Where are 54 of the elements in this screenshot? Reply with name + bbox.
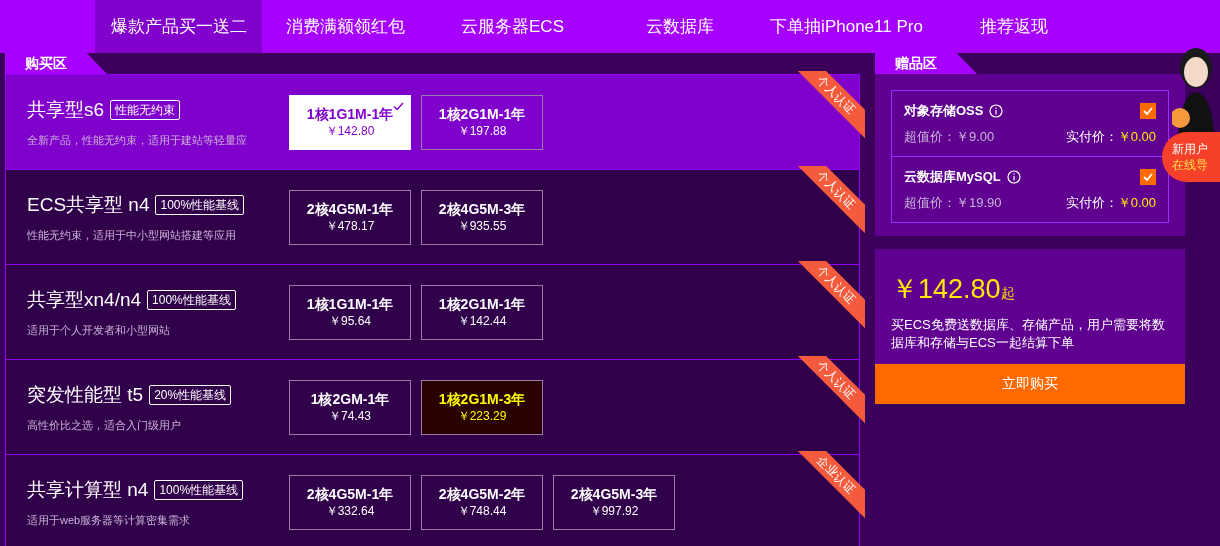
check-icon <box>1143 106 1153 115</box>
nav-tab[interactable]: 下单抽iPhone11 Pro <box>763 0 930 53</box>
nav-tab[interactable]: 推荐返现 <box>930 0 1097 53</box>
pay-label: 实付价： <box>1065 127 1118 146</box>
product-description: 全新产品，性能无约束，适用于建站等轻量应 <box>27 133 248 148</box>
original-price: 超值价：￥9.00 <box>904 127 995 146</box>
nav-tab[interactable]: 云服务器ECS <box>429 0 596 53</box>
original-price: 超值价：￥19.90 <box>904 193 1002 212</box>
gift-checkbox[interactable] <box>1140 168 1156 185</box>
product-description: 性能无约束，适用于中小型网站搭建等应用 <box>27 228 237 243</box>
gift-name: 云数据库MySQL <box>904 168 1001 186</box>
product-tag: 100%性能基线 <box>154 479 244 500</box>
product-description: 高性价比之选，适合入门级用户 <box>27 418 182 433</box>
nav-tab[interactable]: 云数据库 <box>596 0 763 53</box>
product-name: 共享型s6 <box>27 97 105 122</box>
product-name: ECS共享型 n4 <box>27 192 150 217</box>
plan-option[interactable]: 1核2G1M-1年 ￥197.88 <box>421 94 543 150</box>
price-suffix: 起 <box>1000 285 1015 303</box>
product-description: 适用于web服务器等计算密集需求 <box>27 513 192 528</box>
bubble-text: 新用户 <box>1172 141 1209 157</box>
plan-option[interactable]: 2核4G5M-3年 ￥997.92 <box>553 474 675 530</box>
online-help-bubble[interactable]: 新用户 在线导 <box>1162 132 1220 182</box>
check-icon <box>393 101 404 111</box>
product-name: 突发性能型 t5 <box>27 382 144 407</box>
product-description: 适用于个人开发者和小型网站 <box>27 323 171 338</box>
product-name: 共享型xn4/n4 <box>27 287 142 312</box>
product-name: 共享计算型 n4 <box>27 477 149 502</box>
plan-option[interactable]: 2核4G5M-1年 ￥332.64 <box>289 474 411 530</box>
plan-option[interactable]: 2核4G5M-3年 ￥935.55 <box>421 189 543 245</box>
plan-option[interactable]: 2核4G5M-1年 ￥478.17 <box>289 189 411 245</box>
product-tag: 100%性能基线 <box>155 194 245 215</box>
plan-option[interactable]: 1核2GM-1年 ￥74.43 <box>289 379 411 435</box>
nav-tab[interactable]: 消费满额领红包 <box>262 0 429 53</box>
pay-label: 实付价： <box>1065 193 1118 212</box>
summary-note: 买ECS免费送数据库、存储产品，用户需要将数据库和存储与ECS一起结算下单 <box>890 315 1166 352</box>
pay-price: ￥0.00 <box>1117 127 1156 146</box>
plan-option[interactable]: 1核1G1M-1年 ￥142.80 <box>289 94 411 150</box>
product-tag: 100%性能基线 <box>147 289 236 310</box>
pay-price: ￥0.00 <box>1117 193 1156 212</box>
gift-checkbox[interactable] <box>1140 102 1156 119</box>
info-icon[interactable] <box>989 103 1004 118</box>
person-figure-icon <box>1172 46 1216 136</box>
total-price: ￥142.80 <box>891 273 1001 306</box>
info-icon[interactable] <box>1006 169 1021 184</box>
plan-option[interactable]: 1核1G1M-1年 ￥95.64 <box>289 284 411 340</box>
plan-option[interactable]: 1核2G1M-1年 ￥142.44 <box>421 284 543 340</box>
product-tag: 20%性能基线 <box>149 384 232 405</box>
gift-name: 对象存储OSS <box>904 102 984 120</box>
product-tag: 性能无约束 <box>110 99 181 120</box>
plan-option[interactable]: 1核2G1M-3年 ￥223.29 <box>421 379 543 435</box>
nav-tab[interactable]: 爆款产品买一送二 <box>95 0 262 53</box>
check-icon <box>1143 172 1153 181</box>
bubble-text: 在线导 <box>1172 157 1209 173</box>
plan-option[interactable]: 2核4G5M-2年 ￥748.44 <box>421 474 543 530</box>
